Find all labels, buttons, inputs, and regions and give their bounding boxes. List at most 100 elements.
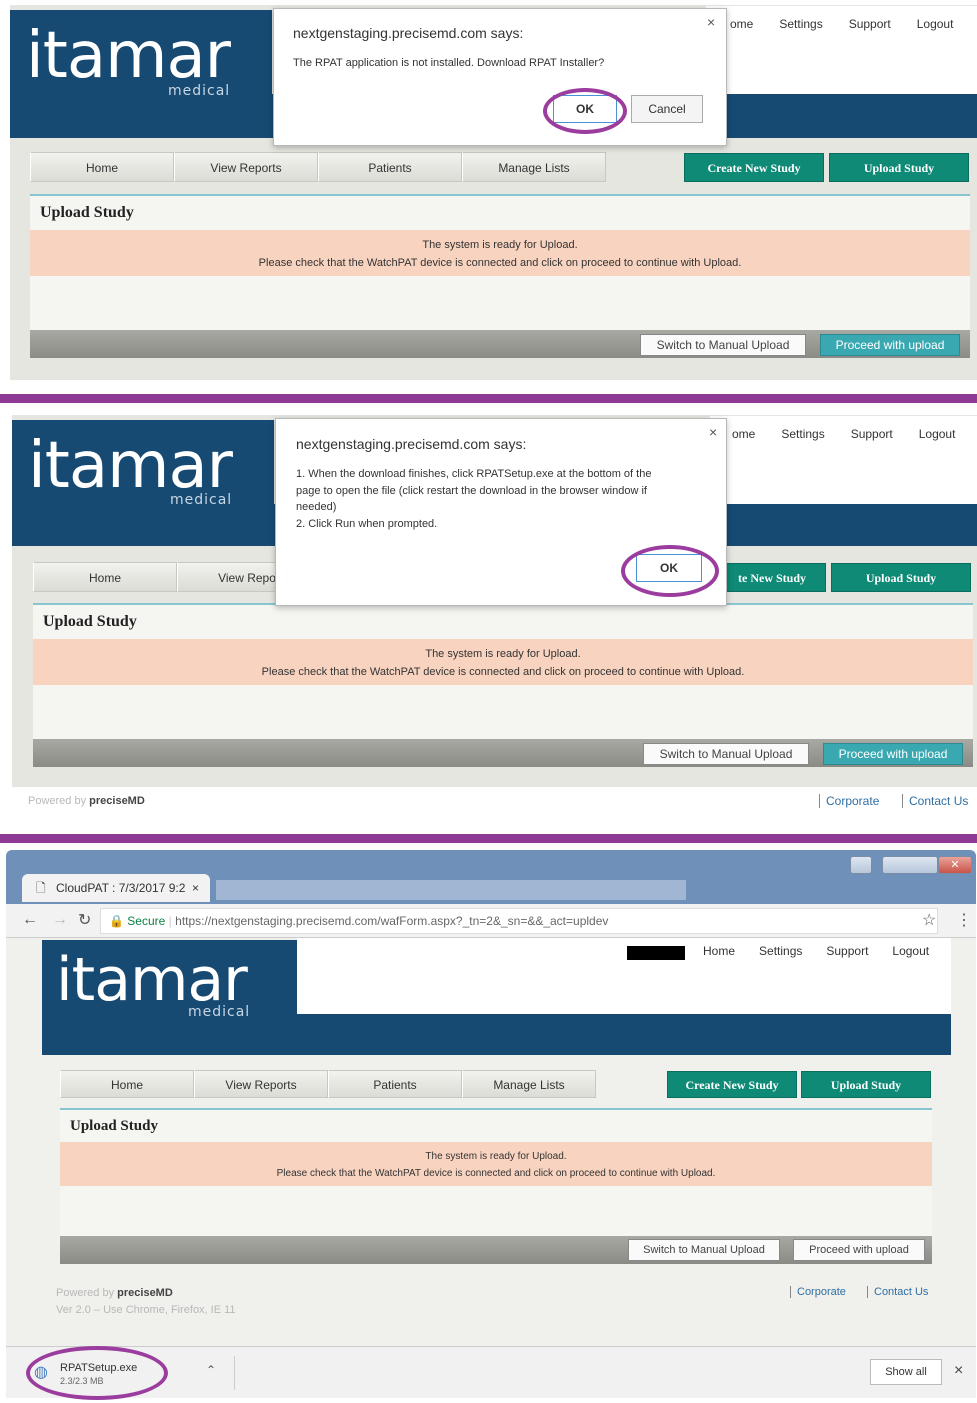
status-line-2: Please check that the WatchPAT device is… [258,257,742,269]
lock-icon: 🔒 [109,914,124,928]
status-line-1: The system is ready for Upload. [425,648,581,660]
window-close-icon[interactable]: ✕ [938,856,972,874]
nav-tab-patients[interactable]: Patients [328,1070,462,1098]
close-icon[interactable]: × [707,14,715,30]
brand-name: preciseMD [89,795,145,807]
top-nav-home[interactable]: Home [703,944,735,958]
powered-by: Powered by preciseMD [28,795,145,807]
status-line-2: Please check that the WatchPAT device is… [276,1168,716,1179]
contact-us-link[interactable]: Contact Us [902,794,968,808]
top-nav-logout[interactable]: Logout [892,944,929,958]
top-nav-logout[interactable]: Logout [917,17,954,31]
highlight-ring [621,545,719,597]
main-nav: Home View Reports Patients Manage Lists [30,152,606,182]
nav-tab-manage-lists[interactable]: Manage Lists [462,152,606,182]
url-text: https://nextgenstaging.precisemd.com/waf… [175,914,609,928]
browser-tab[interactable]: 🗋 CloudPAT : 7/3/2017 9:2 × [22,874,210,902]
faded-tab-strip [216,880,686,900]
upload-study-button[interactable]: Upload Study [801,1071,931,1098]
forward-arrow-icon[interactable]: → [52,911,68,929]
window-icon[interactable] [850,856,872,874]
nav-tab-patients[interactable]: Patients [318,152,462,182]
upload-panel: Upload Study The system is ready for Upl… [33,603,973,767]
proceed-upload-button[interactable]: Proceed with upload [823,743,963,765]
brand-name: preciseMD [117,1287,173,1299]
top-nav-settings[interactable]: Settings [759,944,802,958]
top-nav-logout[interactable]: Logout [919,427,956,441]
cancel-button[interactable]: Cancel [631,95,703,123]
nav-tab-manage-lists[interactable]: Manage Lists [462,1070,596,1098]
address-bar[interactable]: 🔒 Secure | https://nextgenstaging.precis… [100,908,938,934]
download-separator [234,1356,235,1390]
logo-subtext: medical [168,83,231,99]
dialog-line-1: 1. When the download finishes, click RPA… [296,468,652,480]
top-nav-home[interactable]: ome [730,17,753,31]
nav-tab-view-reports[interactable]: View Reports [194,1070,328,1098]
dialog-line-3: needed) [296,501,337,513]
secure-label: Secure [127,914,166,928]
show-all-button[interactable]: Show all [870,1359,942,1385]
close-icon[interactable]: × [192,874,199,902]
logo-text: itamar [28,429,233,503]
dialog-line-4: 2. Click Run when prompted. [296,517,438,530]
nav-tab-view-reports[interactable]: View Reports [174,152,318,182]
contact-us-link[interactable]: Contact Us [867,1286,928,1298]
reload-icon[interactable]: ↻ [78,910,91,930]
minimize-maximize-icon[interactable] [882,856,938,874]
top-nav: ome Settings Support Logout [730,17,953,31]
logo-text: itamar [56,945,248,1015]
status-message: The system is ready for Upload. Please c… [60,1142,932,1186]
logo-text: itamar [26,19,231,93]
dialog-line-2: page to open the file (click restart the… [296,484,647,497]
dialog-message: 1. When the download finishes, click RPA… [296,466,716,532]
create-new-study-button[interactable]: Create New Study [684,153,824,182]
main-nav: Home View Reports Patients Manage Lists [60,1070,596,1098]
close-icon[interactable]: × [709,424,717,440]
logo-block: itamar medical [42,940,297,1055]
close-icon[interactable]: × [954,1362,963,1380]
corporate-link[interactable]: Corporate [790,1286,846,1298]
switch-manual-upload-button[interactable]: Switch to Manual Upload [643,743,809,765]
highlight-ring [543,88,627,134]
nav-tab-home[interactable]: Home [33,562,177,592]
top-nav-support[interactable]: Support [849,17,891,31]
corporate-link[interactable]: Corporate [819,794,879,808]
logo-subtext: medical [170,492,233,508]
status-line-1: The system is ready for Upload. [425,1151,567,1162]
top-nav-settings[interactable]: Settings [779,17,822,31]
panel-title: Upload Study [43,613,137,630]
back-arrow-icon[interactable]: ← [22,911,38,929]
menu-dots-icon[interactable]: ⋮ [956,910,972,930]
status-message: The system is ready for Upload. Please c… [30,230,970,276]
top-nav-settings[interactable]: Settings [781,427,824,441]
switch-manual-upload-button[interactable]: Switch to Manual Upload [628,1239,780,1261]
upload-study-button[interactable]: Upload Study [829,153,969,182]
section-divider [0,834,977,843]
upload-panel: Upload Study The system is ready for Upl… [30,194,970,358]
status-message: The system is ready for Upload. Please c… [33,639,973,685]
header-band [297,1014,951,1055]
top-nav-support[interactable]: Support [851,427,893,441]
create-new-study-button[interactable]: te New Study [718,563,826,592]
panel-title: Upload Study [40,204,134,221]
switch-manual-upload-button[interactable]: Switch to Manual Upload [640,334,806,356]
nav-tab-home[interactable]: Home [60,1070,194,1098]
top-nav-support[interactable]: Support [826,944,868,958]
proceed-upload-button[interactable]: Proceed with upload [820,334,960,356]
create-new-study-button[interactable]: Create New Study [667,1071,797,1098]
redacted-username [627,946,685,960]
version-text: Ver 2.0 – Use Chrome, Firefox, IE 11 [56,1304,236,1316]
proceed-upload-button[interactable]: Proceed with upload [793,1239,925,1261]
powered-by-label: Powered by [56,1287,115,1299]
upload-panel: Upload Study The system is ready for Upl… [60,1108,932,1264]
tab-title: CloudPAT : 7/3/2017 9:2 [56,881,186,895]
top-nav-home[interactable]: ome [732,427,755,441]
upload-study-button[interactable]: Upload Study [831,563,971,592]
status-line-2: Please check that the WatchPAT device is… [261,666,745,678]
status-line-1: The system is ready for Upload. [422,239,578,251]
nav-tab-home[interactable]: Home [30,152,174,182]
document-icon: 🗋 [36,881,46,895]
logo-block: itamar medical [12,420,274,546]
chevron-up-icon[interactable]: ⌃ [206,1363,216,1377]
star-icon[interactable]: ☆ [922,910,936,930]
